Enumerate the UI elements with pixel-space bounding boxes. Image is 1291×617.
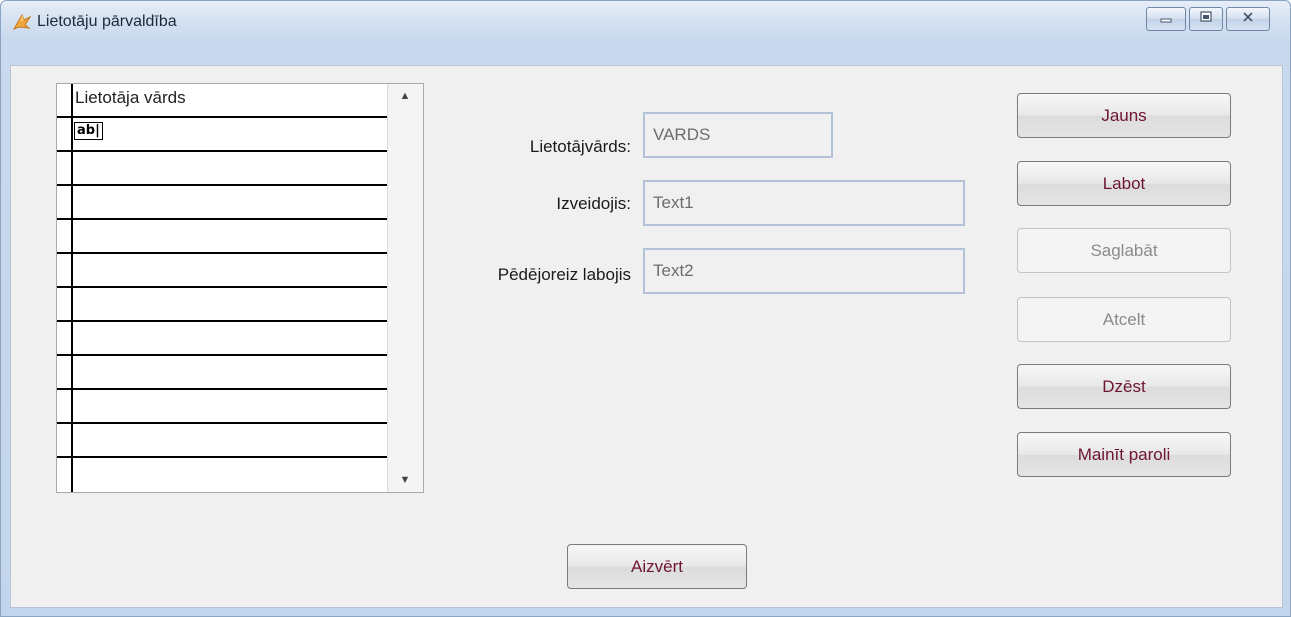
row-selector-column	[71, 84, 73, 492]
title-bar[interactable]: Lietotāju pārvaldība	[1, 1, 1290, 41]
table-row[interactable]	[57, 254, 387, 288]
minimize-icon	[1159, 10, 1173, 28]
new-button[interactable]: Jauns	[1017, 93, 1231, 138]
text-editor-icon: ab|	[74, 122, 103, 140]
minimize-button[interactable]	[1146, 7, 1186, 31]
table-row[interactable]	[57, 220, 387, 254]
change-password-button[interactable]: Mainīt paroli	[1017, 432, 1231, 477]
username-field[interactable]	[643, 112, 833, 158]
close-icon	[1241, 10, 1255, 28]
column-header-username[interactable]: Lietotāja vārds	[75, 88, 186, 108]
window-controls	[1146, 7, 1270, 31]
save-button[interactable]: Saglabāt	[1017, 228, 1231, 273]
table-row[interactable]	[57, 390, 387, 424]
scroll-up-icon[interactable]: ▲	[388, 86, 422, 106]
table-row[interactable]	[57, 356, 387, 390]
table-row[interactable]	[57, 322, 387, 356]
scroll-down-icon[interactable]: ▼	[388, 470, 422, 490]
close-button[interactable]: Aizvērt	[567, 544, 747, 589]
delete-button[interactable]: Dzēst	[1017, 364, 1231, 409]
created-by-field[interactable]	[643, 180, 965, 226]
username-label: Lietotājvārds:	[529, 137, 631, 156]
table-row[interactable]: ab|	[57, 118, 387, 152]
maximize-icon	[1199, 10, 1213, 28]
users-grid[interactable]: Lietotāja vārds ab| ▲ ▼	[56, 83, 424, 493]
last-edited-label: Pēdējoreiz labojis	[497, 265, 631, 284]
window-title: Lietotāju pārvaldība	[37, 13, 177, 30]
grid-scrollbar[interactable]: ▲ ▼	[387, 84, 423, 492]
edit-button[interactable]: Labot	[1017, 161, 1231, 206]
table-row[interactable]	[57, 424, 387, 458]
table-row[interactable]	[57, 152, 387, 186]
last-edited-field[interactable]	[643, 248, 965, 294]
form-client-area: Lietotāja vārds ab| ▲ ▼ Lietotājvārds: V…	[10, 65, 1283, 608]
close-window-button[interactable]	[1226, 7, 1270, 31]
created-by-label: Izveidojis:	[556, 194, 631, 213]
grid-body: Lietotāja vārds ab|	[57, 84, 387, 492]
table-row[interactable]	[57, 186, 387, 220]
app-logo-icon	[11, 11, 33, 33]
grid-header[interactable]: Lietotāja vārds	[57, 84, 387, 118]
cancel-button[interactable]: Atcelt	[1017, 297, 1231, 342]
maximize-button[interactable]	[1189, 7, 1223, 31]
table-row[interactable]	[57, 288, 387, 322]
user-management-window: Lietotāju pārvaldība Lietotāja vārds ab|…	[0, 0, 1291, 617]
